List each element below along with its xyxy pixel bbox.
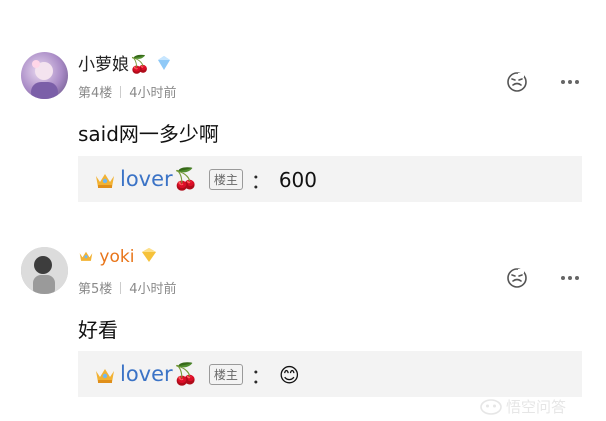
reply-emoji: 😊 (278, 362, 300, 387)
watermark-text: 悟空问答 (506, 398, 567, 416)
comment-item: 小萝娘🍒 第4楼 4小时前 said网一多少啊 lover🍒 楼主 ： 600 (0, 0, 606, 222)
reply-colon: ： (250, 364, 271, 388)
comment-meta: 第5楼 4小时前 (78, 278, 177, 297)
level-badge-icon (157, 56, 170, 70)
more-options-icon[interactable] (558, 70, 582, 94)
floor-label: 第4楼 (78, 86, 113, 101)
reply-box[interactable]: lover🍒 楼主 ： 😊 (78, 351, 582, 397)
watermark: 悟空问答 (480, 396, 566, 417)
crown-icon (96, 368, 114, 383)
emoji-reaction-icon[interactable] (505, 266, 529, 290)
username[interactable]: yoki (78, 247, 158, 267)
username-text: 小萝娘🍒 (78, 55, 151, 75)
reply-box[interactable]: lover🍒 楼主 ： 600 (78, 156, 582, 202)
crown-icon (96, 173, 114, 188)
timestamp: 4小时前 (129, 282, 177, 297)
reply-author[interactable]: lover🍒 (120, 167, 199, 192)
timestamp: 4小时前 (129, 86, 177, 101)
reply-author[interactable]: lover🍒 (120, 362, 199, 387)
avatar-image (31, 60, 58, 99)
reply-text: 600 (278, 167, 318, 192)
reply-colon: ： (250, 169, 271, 193)
emoji-reaction-icon[interactable] (505, 70, 529, 94)
comment-text: said网一多少啊 (78, 122, 219, 146)
crown-icon (79, 251, 93, 261)
more-options-icon[interactable] (558, 266, 582, 290)
avatar[interactable] (21, 52, 68, 99)
wukong-logo-icon (480, 398, 502, 415)
vip-badge-icon (141, 248, 156, 262)
comment-meta: 第4楼 4小时前 (78, 82, 177, 101)
host-badge: 楼主 (208, 169, 243, 190)
username-text: yoki (99, 247, 135, 267)
avatar[interactable] (21, 247, 68, 294)
username[interactable]: 小萝娘🍒 (78, 50, 172, 75)
avatar-image (21, 247, 68, 294)
host-badge: 楼主 (208, 364, 243, 385)
comment-item: yoki 第5楼 4小时前 好看 lover🍒 楼主 ： 😊 (0, 222, 606, 421)
floor-label: 第5楼 (78, 282, 113, 297)
comment-text: 好看 (78, 318, 118, 342)
